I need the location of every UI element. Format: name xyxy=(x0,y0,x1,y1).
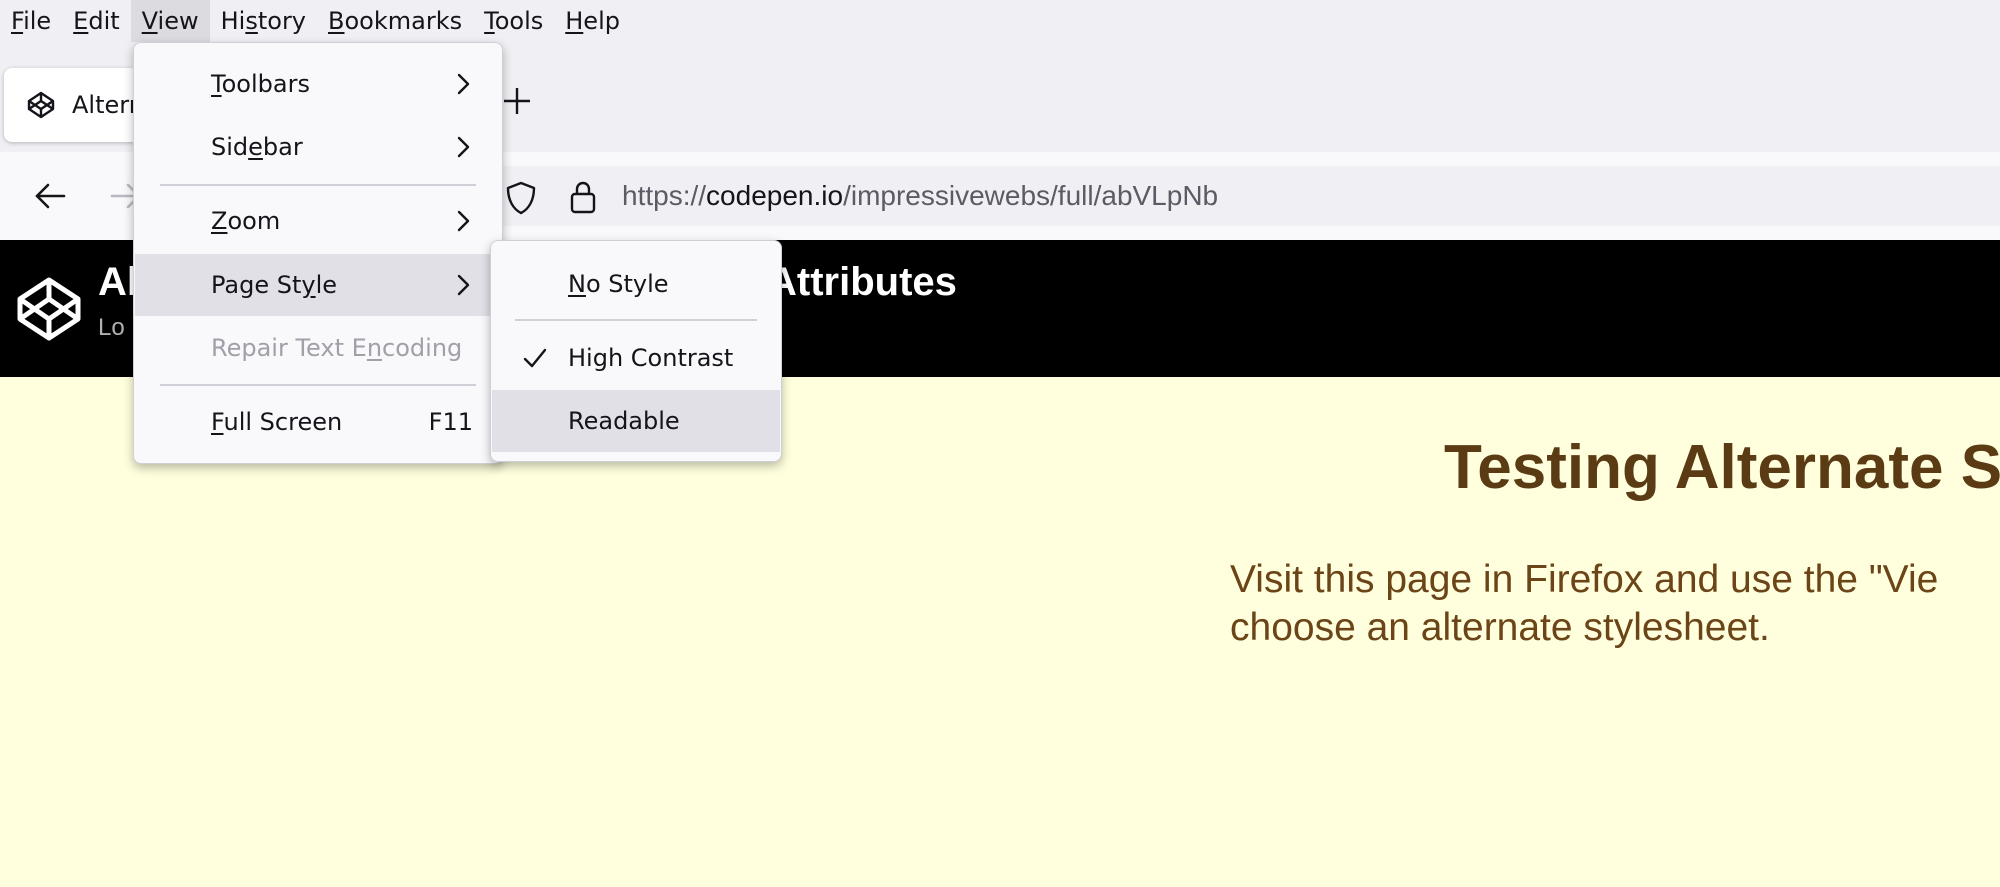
page-style-submenu: No Style High Contrast Readable xyxy=(490,240,782,462)
plus-icon xyxy=(504,88,530,114)
menu-item-full-screen[interactable]: Full Screen F11 xyxy=(135,391,501,453)
view-menu: Toolbars Sidebar Zoom Page Style Repair … xyxy=(133,42,503,464)
menu-item-toolbars[interactable]: Toolbars xyxy=(135,53,501,115)
url-text[interactable]: https://codepen.io/impressivewebs/full/a… xyxy=(622,166,1218,226)
body-line-1: Visit this page in Firefox and use the "… xyxy=(1230,558,1939,601)
menu-edit[interactable]: Edit xyxy=(62,0,130,42)
chevron-right-icon xyxy=(457,73,470,95)
pen-title: Al Attributes xyxy=(98,260,957,304)
menu-separator xyxy=(515,319,757,321)
page-heading: Testing Alternate S xyxy=(1444,433,2000,502)
menu-item-zoom[interactable]: Zoom xyxy=(135,190,501,252)
back-button[interactable] xyxy=(28,174,72,218)
menu-help[interactable]: Help xyxy=(554,0,631,42)
menu-item-high-contrast[interactable]: High Contrast xyxy=(492,327,780,389)
chevron-right-icon xyxy=(457,136,470,158)
menu-bookmarks[interactable]: Bookmarks xyxy=(317,0,473,42)
menu-separator xyxy=(160,184,476,186)
lock-icon[interactable] xyxy=(568,179,598,219)
page-body-text: Visit this page in Firefox and use the "… xyxy=(1230,556,2000,652)
body-line-2: choose an alternate stylesheet. xyxy=(1230,606,1770,649)
codepen-icon xyxy=(26,90,56,120)
menu-item-readable[interactable]: Readable xyxy=(492,390,780,452)
arrow-left-icon xyxy=(35,183,66,209)
menu-history[interactable]: History xyxy=(210,0,317,42)
menu-tools[interactable]: Tools xyxy=(473,0,554,42)
pen-author[interactable]: Lo xyxy=(98,314,125,342)
checkmark-icon xyxy=(523,348,547,368)
menu-bar: File Edit View History Bookmarks Tools H… xyxy=(0,0,2000,42)
menu-item-page-style[interactable]: Page Style xyxy=(135,254,501,316)
new-tab-button[interactable] xyxy=(500,84,540,124)
chevron-right-icon xyxy=(457,210,470,232)
menu-item-sidebar[interactable]: Sidebar xyxy=(135,116,501,178)
shortcut-label: F11 xyxy=(428,408,473,436)
menu-file[interactable]: File xyxy=(0,0,62,42)
menu-view[interactable]: View xyxy=(130,0,210,42)
chevron-right-icon xyxy=(457,274,470,296)
menu-separator xyxy=(160,384,476,386)
shield-icon[interactable] xyxy=(504,180,538,220)
codepen-logo-icon[interactable] xyxy=(14,274,84,344)
address-bar[interactable]: https://codepen.io/impressivewebs/full/a… xyxy=(490,166,2000,226)
menu-item-repair-text-encoding: Repair Text Encoding xyxy=(211,334,463,362)
menu-item-no-style[interactable]: No Style xyxy=(492,253,780,315)
